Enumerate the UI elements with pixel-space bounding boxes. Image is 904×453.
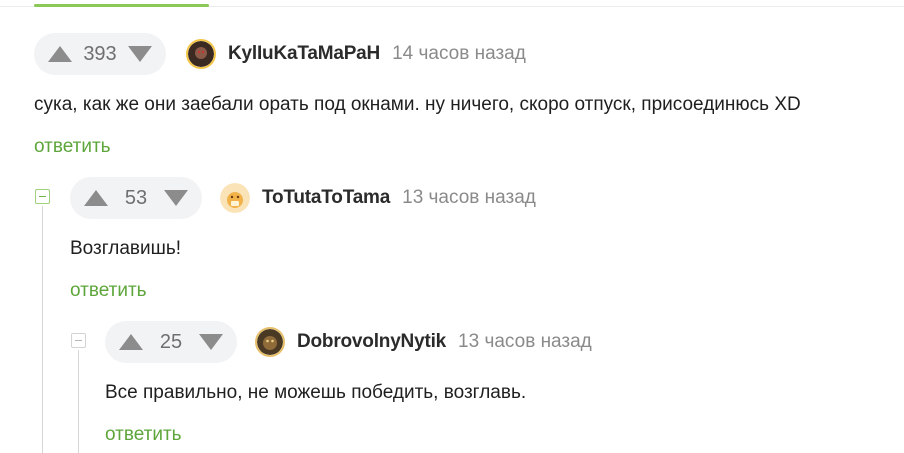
timestamp[interactable]: 13 часов назад bbox=[458, 331, 592, 353]
comment-header: 53 ToTutaToTama 13 часов назад bbox=[70, 177, 536, 219]
downvote-button[interactable] bbox=[197, 332, 225, 352]
comment-text: Все правильно, не можешь победить, возгл… bbox=[105, 382, 527, 403]
triangle-down-icon bbox=[164, 190, 188, 206]
avatar[interactable] bbox=[186, 39, 216, 69]
active-tab-indicator bbox=[34, 4, 209, 7]
vote-control: 53 bbox=[70, 177, 202, 219]
username[interactable]: ToTutaToTama bbox=[262, 187, 390, 209]
triangle-up-icon bbox=[84, 190, 108, 206]
thread-line[interactable] bbox=[78, 350, 79, 453]
thread-line[interactable] bbox=[42, 206, 43, 453]
triangle-down-icon bbox=[128, 46, 152, 62]
minus-box-icon bbox=[75, 340, 82, 341]
avatar[interactable] bbox=[220, 183, 250, 213]
user-avatar-icon bbox=[220, 183, 250, 213]
minus-box-icon bbox=[39, 196, 46, 197]
reply-link[interactable]: ответить bbox=[34, 136, 111, 158]
triangle-up-icon bbox=[119, 334, 143, 350]
downvote-button[interactable] bbox=[126, 44, 154, 64]
collapse-thread-button[interactable] bbox=[71, 333, 86, 348]
upvote-button[interactable] bbox=[46, 44, 74, 64]
vote-count: 393 bbox=[83, 42, 117, 65]
triangle-down-icon bbox=[199, 334, 223, 350]
comment-header: 25 DobrovolnyNytik 13 часов назад bbox=[105, 321, 592, 363]
timestamp[interactable]: 13 часов назад bbox=[402, 187, 536, 209]
avatar[interactable] bbox=[255, 327, 285, 357]
timestamp[interactable]: 14 часов назад bbox=[392, 43, 526, 65]
vote-control: 393 bbox=[34, 33, 166, 75]
upvote-button[interactable] bbox=[82, 188, 110, 208]
reply-link[interactable]: ответить bbox=[105, 424, 182, 446]
vote-count: 25 bbox=[159, 330, 183, 353]
vote-count: 53 bbox=[124, 186, 148, 209]
triangle-up-icon bbox=[48, 46, 72, 62]
comment-text: Возглавишь! bbox=[70, 238, 182, 259]
comment-header: 393 KylIuKaTaMaPaH 14 часов назад bbox=[34, 33, 526, 75]
username[interactable]: DobrovolnyNytik bbox=[297, 331, 446, 353]
vote-control: 25 bbox=[105, 321, 237, 363]
user-avatar-icon bbox=[257, 329, 283, 355]
downvote-button[interactable] bbox=[162, 188, 190, 208]
comment-text: сука, как же они заебали орать под окнам… bbox=[34, 94, 801, 115]
username[interactable]: KylIuKaTaMaPaH bbox=[228, 43, 380, 65]
reply-link[interactable]: ответить bbox=[70, 280, 147, 302]
collapse-thread-button[interactable] bbox=[35, 189, 50, 204]
user-avatar-icon bbox=[188, 41, 214, 67]
upvote-button[interactable] bbox=[117, 332, 145, 352]
